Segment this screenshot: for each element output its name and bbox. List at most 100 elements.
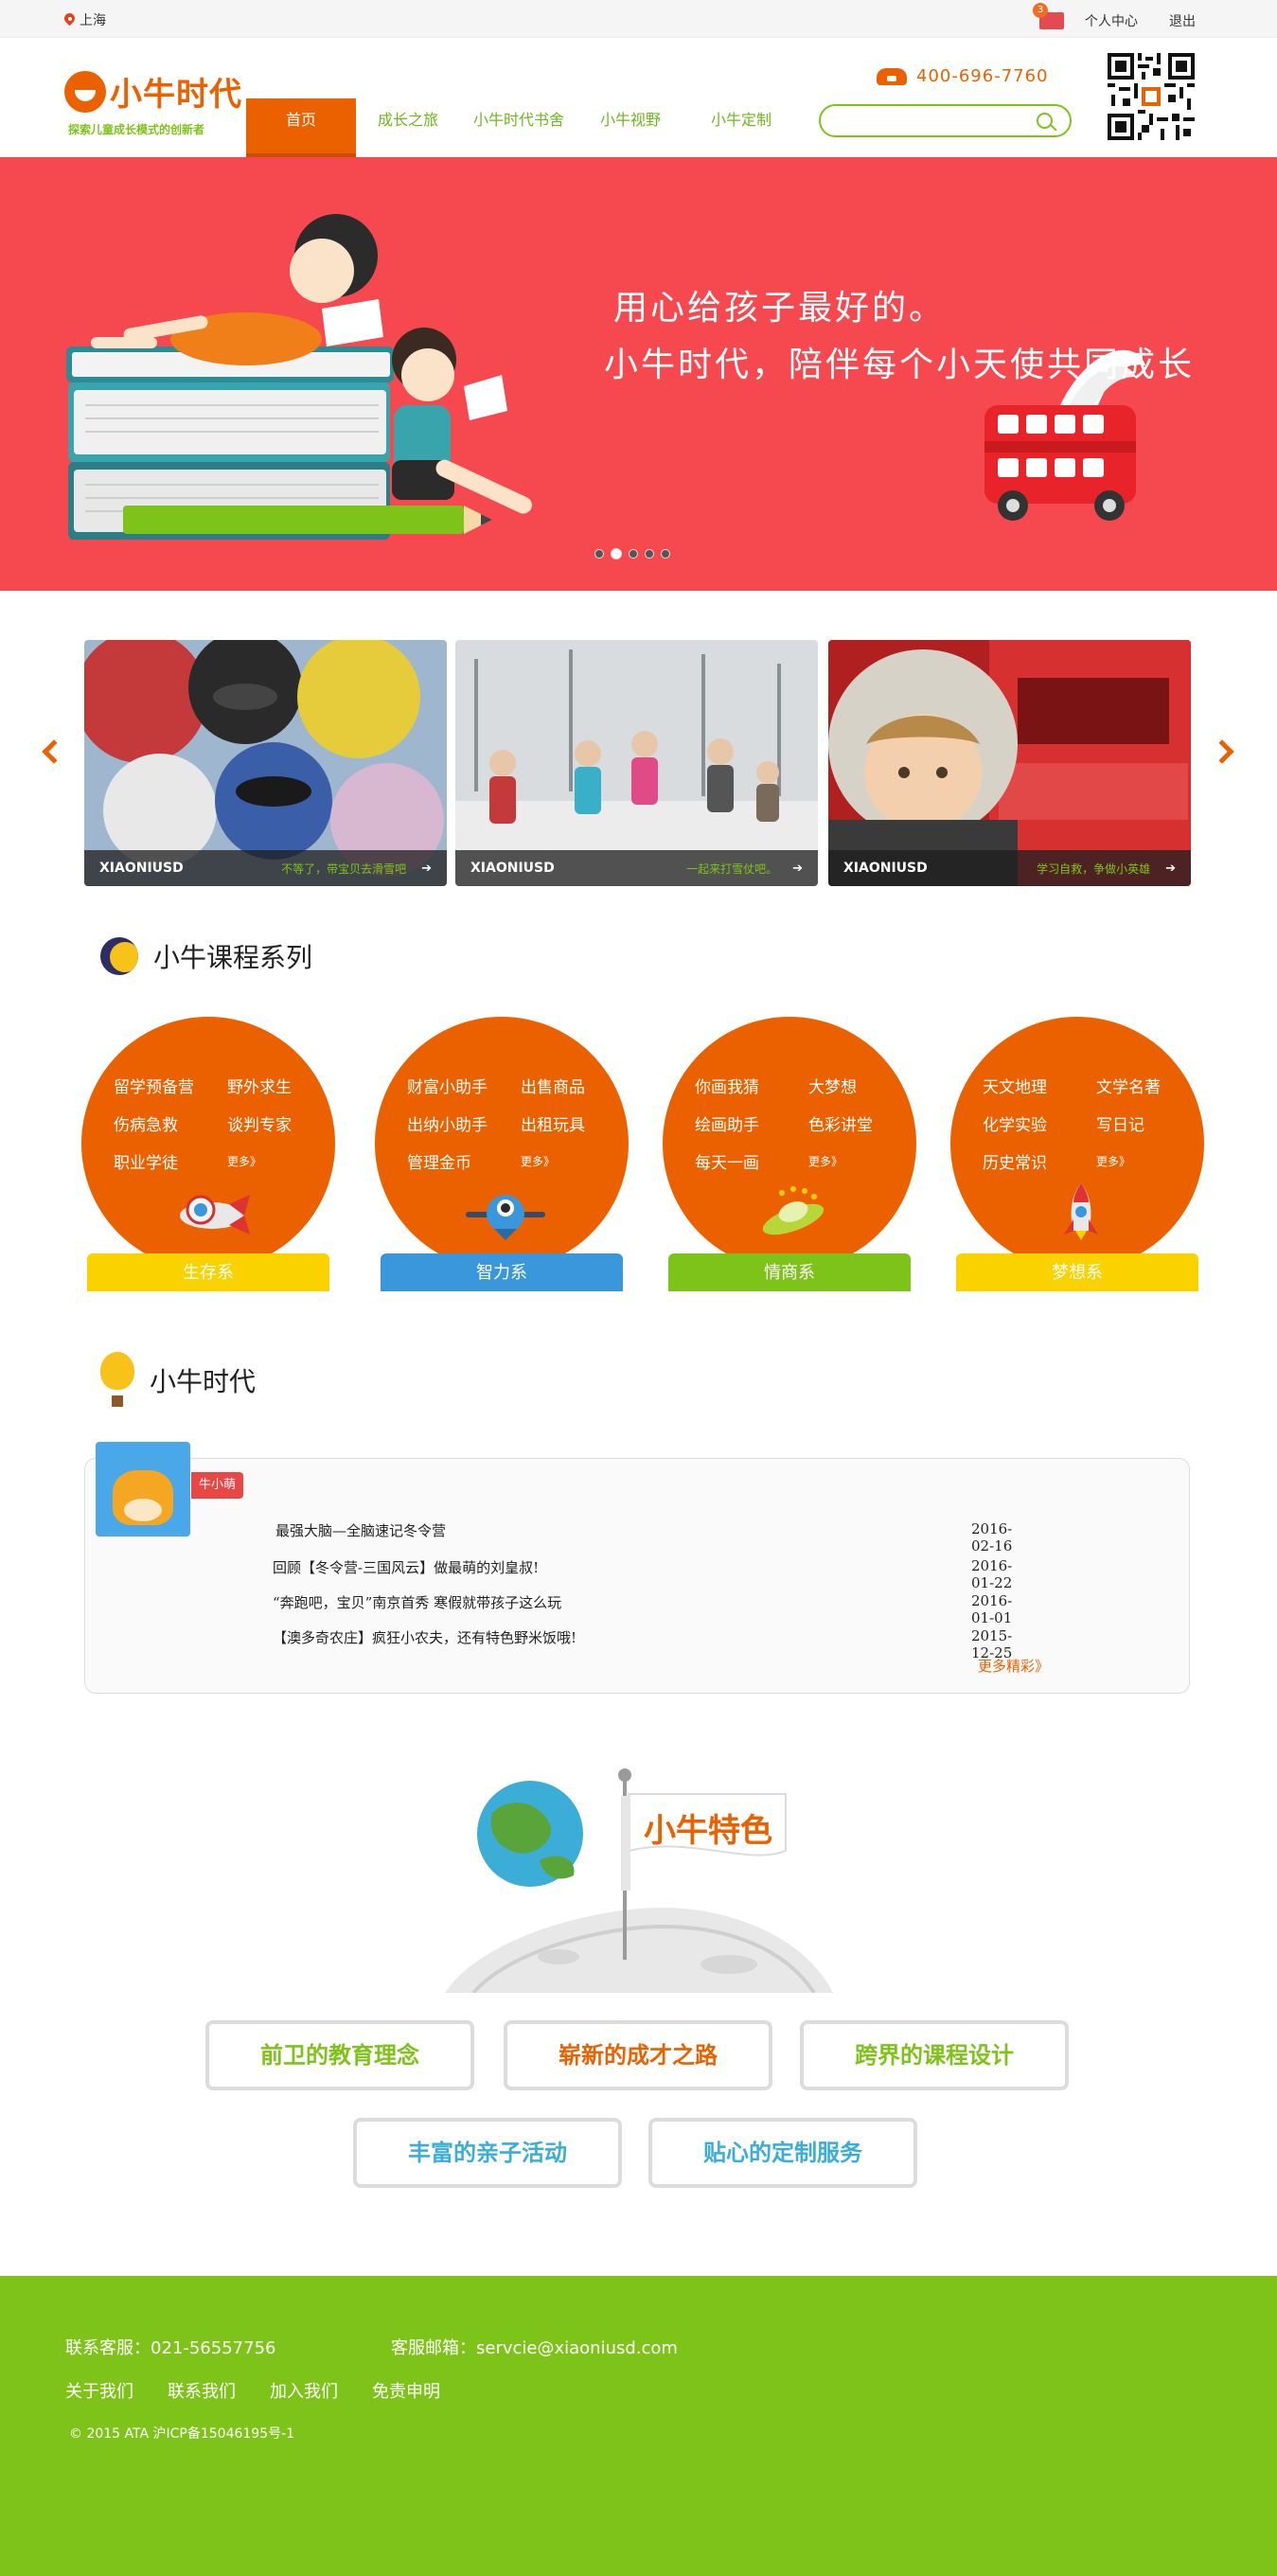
nav-custom[interactable]: 小牛定制: [683, 98, 799, 157]
news-item-date: 2016-01-01: [971, 1592, 1013, 1626]
banner-subheadline: 小牛时代，陪伴每个小天使共同成长: [604, 346, 1196, 384]
caption-brand: XIAONIUSD: [99, 861, 184, 876]
feature-button-family[interactable]: 丰富的亲子活动: [353, 2118, 622, 2188]
carousel-next-arrow-icon[interactable]: [1210, 739, 1234, 764]
logout-link[interactable]: 退出: [1169, 11, 1196, 30]
course-item[interactable]: 职业学徒: [114, 1149, 227, 1173]
feature-button-curriculum[interactable]: 跨界的课程设计: [800, 2020, 1069, 2090]
carousel-prev-arrow-icon[interactable]: [42, 739, 66, 764]
banner-dot[interactable]: [629, 549, 638, 559]
footer: 联系客服：021-56557756 客服邮箱：servcie@xiaoniusd…: [0, 2268, 1277, 2576]
nav-bookstore[interactable]: 小牛时代书舍: [460, 98, 577, 157]
search-icon[interactable]: [1037, 113, 1053, 129]
news-item-title: 回顾【冬令营-三国风云】做最萌的刘皇叔!: [273, 1559, 540, 1576]
course-item[interactable]: 化学实验: [983, 1111, 1096, 1135]
banner-dot[interactable]: [661, 549, 670, 559]
footer-link-disclaimer[interactable]: 免责申明: [372, 2378, 440, 2403]
feature-button-education[interactable]: 前卫的教育理念: [205, 2020, 474, 2090]
hero-banner[interactable]: 用心给孩子最好的。 小牛时代，陪伴每个小天使共同成长: [0, 157, 1277, 591]
news-item[interactable]: 回顾【冬令营-三国风云】做最萌的刘皇叔! 2016-01-22: [273, 1557, 1030, 1591]
news-more-link[interactable]: 更多精彩》: [978, 1656, 1049, 1676]
feature-button-custom[interactable]: 贴心的定制服务: [648, 2118, 917, 2188]
course-item[interactable]: 谈判专家: [227, 1111, 331, 1135]
course-item[interactable]: 天文地理: [983, 1074, 1096, 1097]
course-item[interactable]: 历史常识: [983, 1149, 1096, 1173]
logo[interactable]: 小牛时代: [64, 68, 242, 115]
carousel-card-ski[interactable]: XIAONIUSD 不等了，带宝贝去滑雪吧 ➔: [84, 640, 447, 886]
course-item[interactable]: 伤病急救: [114, 1111, 227, 1135]
course-item[interactable]: 你画我猜: [695, 1074, 808, 1097]
nav-vision[interactable]: 小牛视野: [577, 98, 683, 157]
caption-brand: XIAONIUSD: [470, 861, 555, 876]
footer-link-join[interactable]: 加入我们: [270, 2378, 338, 2403]
courses-title: 小牛课程系列: [153, 942, 313, 973]
caption-brand: XIAONIUSD: [843, 861, 928, 876]
banner-dot[interactable]: [594, 549, 604, 559]
course-more-link[interactable]: 更多》: [521, 1149, 625, 1173]
location-selector[interactable]: 上海: [64, 10, 106, 29]
footer-email[interactable]: 客服邮箱：servcie@xiaoniusd.com: [391, 2335, 678, 2359]
logo-text: 小牛时代: [110, 77, 242, 113]
course-items: 你画我猜 大梦想 绘画助手 色彩讲堂 每天一画 更多》: [695, 1074, 913, 1173]
snow-fight-photo: [455, 640, 818, 886]
news-item[interactable]: “奔跑吧，宝贝”南京首秀 寒假就带孩子这么玩 2016-01-01: [273, 1592, 1030, 1626]
course-item[interactable]: 写日记: [1096, 1111, 1200, 1135]
course-item[interactable]: 出租玩具: [521, 1111, 625, 1135]
course-item[interactable]: 野外求生: [227, 1074, 331, 1097]
course-item[interactable]: 每天一画: [695, 1149, 808, 1173]
top-bar: 上海 3 个人中心 退出: [0, 0, 1277, 38]
footer-link-about[interactable]: 关于我们: [65, 2378, 133, 2403]
nav-growth-journey[interactable]: 成长之旅: [356, 98, 460, 157]
course-tab-dream[interactable]: 梦想系: [956, 1253, 1198, 1291]
course-item[interactable]: 文学名著: [1096, 1074, 1200, 1097]
carousel-caption: XIAONIUSD 不等了，带宝贝去滑雪吧 ➔: [84, 850, 447, 886]
course-item[interactable]: 绘画助手: [695, 1111, 808, 1135]
location-label: 上海: [80, 13, 106, 28]
footer-link-contact[interactable]: 联系我们: [168, 2378, 236, 2403]
news-item[interactable]: 【澳多奇农庄】疯狂小农夫，还有特色野米饭哦! 2015-12-25: [273, 1627, 1030, 1661]
course-tab-intelligence[interactable]: 智力系: [381, 1253, 623, 1291]
news-item-date: 2016-02-16: [971, 1520, 1013, 1554]
nav-home[interactable]: 首页: [246, 98, 356, 157]
course-more-link[interactable]: 更多》: [1096, 1149, 1200, 1173]
carousel-caption: XIAONIUSD 学习自救，争做小英雄 ➔: [828, 850, 1191, 886]
caption-text: 不等了，带宝贝去滑雪吧: [281, 862, 407, 876]
features-title: 小牛特色: [644, 1812, 772, 1850]
carousel-card-firefighter[interactable]: XIAONIUSD 学习自救，争做小英雄 ➔: [828, 640, 1191, 886]
bull-logo-icon: [64, 70, 106, 113]
course-item[interactable]: 出售商品: [521, 1074, 625, 1097]
course-item[interactable]: 出纳小助手: [407, 1111, 521, 1135]
arrow-right-icon[interactable]: ➔: [792, 862, 803, 876]
course-more-link[interactable]: 更多》: [808, 1149, 913, 1173]
course-item[interactable]: 大梦想: [808, 1074, 913, 1097]
carousel-caption: XIAONIUSD 一起来打雪仗吧。 ➔: [455, 850, 818, 886]
banner-pagination: [594, 548, 670, 560]
course-item[interactable]: 留学预备营: [114, 1074, 227, 1097]
course-more-link[interactable]: 更多》: [227, 1149, 331, 1173]
course-tab-survival[interactable]: 生存系: [87, 1253, 329, 1291]
news-item[interactable]: 最强大脑—全脑速记冬令营 2016-02-16: [275, 1520, 1033, 1554]
course-tab-emotional[interactable]: 情商系: [668, 1253, 911, 1291]
feature-button-path[interactable]: 崭新的成才之路: [504, 2020, 772, 2090]
search-box: [819, 104, 1072, 137]
user-center-link[interactable]: 个人中心: [1085, 11, 1138, 30]
caption-text: 一起来打雪仗吧。: [686, 862, 778, 876]
footer-copyright: © 2015 ATA 沪ICP备15046195号-1: [69, 2426, 295, 2442]
course-items: 留学预备营 野外求生 伤病急救 谈判专家 职业学徒 更多》: [114, 1074, 331, 1173]
banner-dot-active[interactable]: [611, 548, 622, 560]
qr-code-pattern: [1108, 53, 1195, 140]
caption-text: 学习自救，争做小英雄: [1037, 862, 1151, 876]
rocket-icon: [1064, 1183, 1098, 1240]
news-item-title: 最强大脑—全脑速记冬令营: [275, 1522, 447, 1539]
course-survival: 留学预备营 野外求生 伤病急救 谈判专家 职业学徒 更多》 生存系: [81, 1017, 335, 1291]
arrow-right-icon[interactable]: ➔: [1165, 862, 1176, 876]
course-item[interactable]: 色彩讲堂: [808, 1111, 913, 1135]
course-item[interactable]: 管理金币: [407, 1149, 521, 1173]
arrow-right-icon[interactable]: ➔: [421, 862, 432, 876]
carousel-card-snowball[interactable]: XIAONIUSD 一起来打雪仗吧。 ➔: [455, 640, 818, 886]
banner-dot[interactable]: [645, 549, 654, 559]
flying-saucer-icon: [762, 1186, 825, 1235]
mail-icon[interactable]: 3: [1033, 3, 1064, 29]
search-input[interactable]: [836, 106, 1025, 134]
course-item[interactable]: 财富小助手: [407, 1074, 521, 1097]
